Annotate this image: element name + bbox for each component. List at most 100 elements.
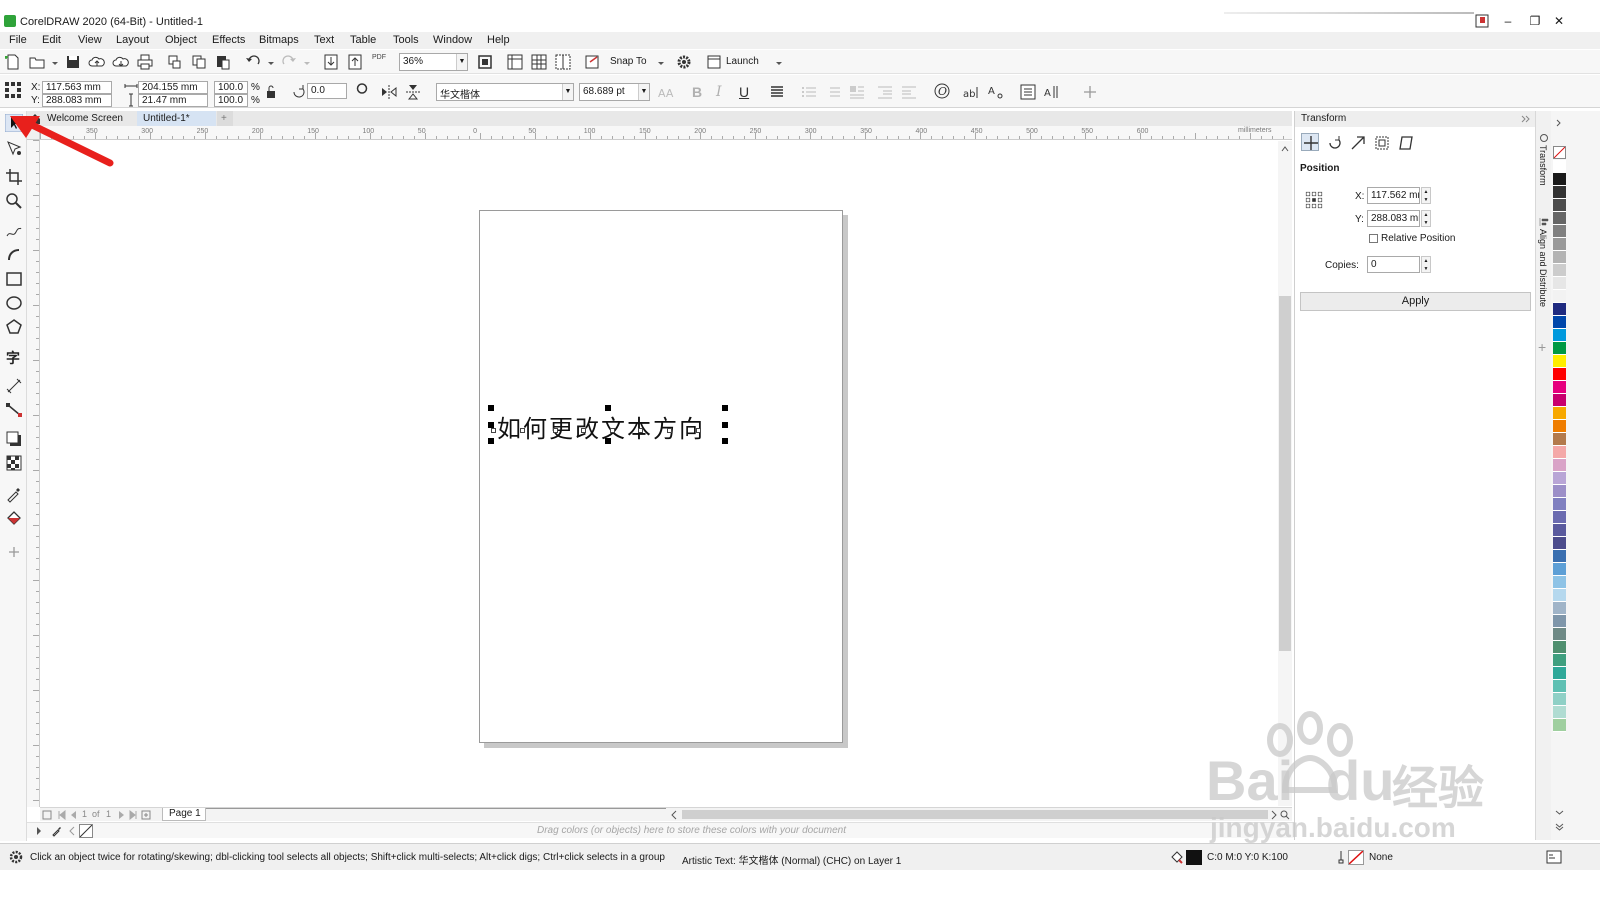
menu-effects[interactable]: Effects bbox=[212, 34, 245, 46]
anchor-point-grid-icon[interactable] bbox=[1305, 191, 1335, 221]
rectangle-tool-icon[interactable] bbox=[5, 270, 23, 288]
add-toolbar-item-icon[interactable] bbox=[1081, 83, 1099, 101]
edit-text-icon[interactable]: ab bbox=[962, 83, 980, 101]
menu-bitmaps[interactable]: Bitmaps bbox=[259, 34, 299, 46]
minimize-button[interactable]: – bbox=[1500, 14, 1516, 28]
open-folder-icon[interactable] bbox=[28, 53, 46, 71]
current-page-number[interactable]: 1 bbox=[82, 809, 87, 819]
artistic-media-tool-icon[interactable] bbox=[5, 246, 23, 264]
character-node[interactable] bbox=[581, 428, 586, 433]
palette-scroll-up-icon[interactable] bbox=[1555, 118, 1564, 127]
color-swatch[interactable] bbox=[1553, 225, 1566, 238]
character-node[interactable] bbox=[553, 428, 558, 433]
color-swatch[interactable] bbox=[1553, 407, 1566, 420]
paste-icon[interactable] bbox=[214, 53, 232, 71]
add-page-before-icon[interactable] bbox=[42, 810, 52, 820]
show-rulers-icon[interactable] bbox=[506, 53, 524, 71]
vertical-text-icon[interactable]: A bbox=[1043, 83, 1061, 101]
text-tool-icon[interactable]: 字 bbox=[5, 348, 23, 367]
object-height-field[interactable]: 21.47 mm bbox=[138, 94, 208, 107]
character-node[interactable] bbox=[520, 428, 525, 433]
y-position-field[interactable]: 288.083 mm bbox=[42, 94, 112, 107]
color-proof-icon[interactable] bbox=[1546, 850, 1562, 864]
open-dropdown-icon[interactable] bbox=[46, 54, 58, 72]
scale-width-field[interactable]: 100.0 bbox=[214, 81, 248, 94]
apply-button[interactable]: Apply bbox=[1300, 292, 1531, 311]
artistic-text-object[interactable]: 如何更改文本方向 bbox=[497, 409, 705, 444]
docker-x-spinner[interactable]: ▲ ▼ bbox=[1421, 187, 1431, 204]
color-swatch[interactable] bbox=[1553, 212, 1566, 225]
menu-window[interactable]: Window bbox=[433, 34, 472, 46]
fill-bucket-icon[interactable] bbox=[1170, 850, 1184, 864]
transparency-tool-icon[interactable] bbox=[5, 454, 23, 472]
chevron-down-icon[interactable]: ▼ bbox=[562, 84, 573, 100]
color-swatch[interactable] bbox=[1553, 173, 1566, 186]
scale-mirror-transform-icon[interactable] bbox=[1349, 134, 1367, 152]
tab-align-and-distribute[interactable]: Align and Distribute bbox=[1538, 229, 1548, 307]
character-node[interactable] bbox=[667, 428, 672, 433]
cloud-upload-icon[interactable] bbox=[88, 53, 106, 71]
menu-table[interactable]: Table bbox=[350, 34, 376, 46]
menu-object[interactable]: Object bbox=[165, 34, 197, 46]
color-swatch[interactable] bbox=[1553, 433, 1566, 446]
account-icon[interactable] bbox=[1474, 14, 1490, 28]
color-swatch[interactable] bbox=[1553, 498, 1566, 511]
rotation-angle-field[interactable]: 0.0 bbox=[307, 83, 347, 99]
scale-height-field[interactable]: 100.0 bbox=[214, 94, 248, 107]
color-swatch[interactable] bbox=[1553, 641, 1566, 654]
polygon-tool-icon[interactable] bbox=[5, 318, 23, 336]
show-guidelines-icon[interactable] bbox=[554, 53, 572, 71]
underline-button[interactable]: U bbox=[739, 84, 749, 100]
color-swatch[interactable] bbox=[1553, 706, 1566, 719]
selection-handle[interactable] bbox=[605, 405, 611, 411]
color-swatch[interactable] bbox=[1553, 316, 1566, 329]
launch-label[interactable]: Launch bbox=[726, 56, 759, 67]
palette-scroll-down-icon[interactable] bbox=[1555, 808, 1564, 817]
color-palette[interactable] bbox=[1553, 160, 1566, 732]
publish-pdf-button[interactable]: PDF bbox=[372, 54, 386, 61]
copy-icon[interactable] bbox=[190, 53, 208, 71]
color-swatch[interactable] bbox=[1553, 537, 1566, 550]
gear-icon[interactable] bbox=[8, 849, 24, 865]
color-swatch[interactable] bbox=[1553, 459, 1566, 472]
palette-scroll-left-icon[interactable] bbox=[68, 826, 76, 836]
add-tool-icon[interactable] bbox=[5, 543, 23, 561]
insert-character-icon[interactable]: A bbox=[987, 83, 1005, 101]
color-swatch[interactable] bbox=[1553, 511, 1566, 524]
color-swatch[interactable] bbox=[1553, 160, 1566, 173]
color-swatch[interactable] bbox=[1553, 342, 1566, 355]
text-properties-icon[interactable]: O bbox=[933, 82, 951, 100]
selection-handle[interactable] bbox=[605, 438, 611, 444]
menu-view[interactable]: View bbox=[78, 34, 102, 46]
color-swatch[interactable] bbox=[1553, 589, 1566, 602]
zoom-level-combo[interactable]: 36% ▼ bbox=[399, 53, 468, 71]
color-swatch[interactable] bbox=[1553, 368, 1566, 381]
print-icon[interactable] bbox=[136, 53, 154, 71]
color-swatch[interactable] bbox=[1553, 680, 1566, 693]
show-grid-icon[interactable] bbox=[530, 53, 548, 71]
menu-edit[interactable]: Edit bbox=[42, 34, 61, 46]
docker-y-field[interactable]: 288.083 mm bbox=[1367, 210, 1420, 227]
color-swatch[interactable] bbox=[1553, 277, 1566, 290]
font-family-combo[interactable]: 华文楷体 ▼ bbox=[436, 83, 574, 101]
docker-x-field[interactable]: 117.562 mm bbox=[1367, 187, 1420, 204]
copies-field[interactable]: 0 bbox=[1367, 256, 1420, 273]
color-swatch[interactable] bbox=[1553, 381, 1566, 394]
docker-y-spinner[interactable]: ▲ ▼ bbox=[1421, 210, 1431, 227]
color-swatch[interactable] bbox=[1553, 290, 1566, 303]
mirror-horizontal-icon[interactable] bbox=[380, 83, 398, 101]
undo-dropdown-icon[interactable] bbox=[262, 54, 274, 72]
reference-point-icon[interactable] bbox=[4, 81, 22, 99]
undo-icon[interactable] bbox=[244, 53, 262, 71]
font-size-combo[interactable]: 68.689 pt ▼ bbox=[579, 83, 650, 101]
parallel-dimension-tool-icon[interactable] bbox=[5, 377, 23, 395]
page-tab-page-1[interactable]: Page 1 bbox=[162, 808, 206, 821]
cloud-download-icon[interactable] bbox=[112, 53, 130, 71]
snap-to-icon[interactable] bbox=[584, 53, 602, 71]
outline-color-swatch[interactable] bbox=[1348, 850, 1364, 865]
restore-button[interactable]: ❐ bbox=[1527, 14, 1543, 28]
color-swatch[interactable] bbox=[1553, 420, 1566, 433]
color-swatch[interactable] bbox=[1553, 446, 1566, 459]
menu-file[interactable]: File bbox=[9, 34, 27, 46]
selection-handle[interactable] bbox=[488, 405, 494, 411]
